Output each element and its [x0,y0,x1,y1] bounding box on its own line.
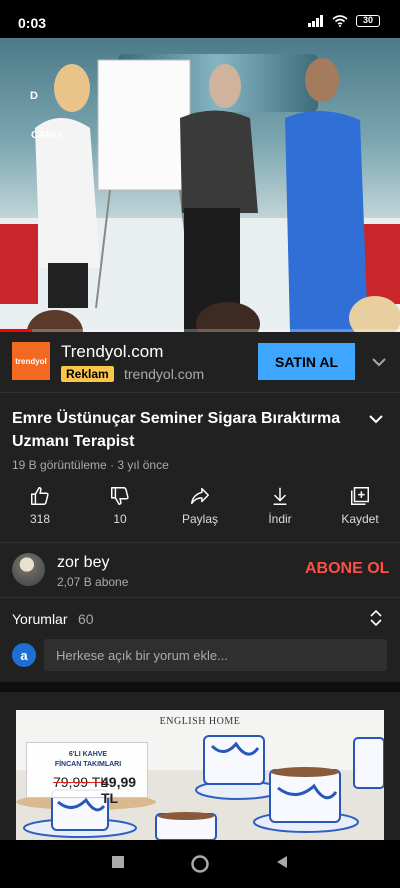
subscriber-count: 2,07 B abone [57,575,129,589]
signal-icon [308,15,323,27]
share-button[interactable]: Paylaş [164,485,236,535]
comments-count: 60 [78,611,94,627]
expand-collapse-icon[interactable] [368,609,384,627]
download-icon [273,487,287,505]
like-button[interactable]: 318 [4,485,76,535]
status-time: 0:03 [18,15,47,31]
home-icon[interactable] [190,854,210,874]
old-price: 79,99 TL [53,774,109,790]
promo-line1: 6'LI KAHVE [68,751,108,758]
ad-badge: Reklam [61,366,114,382]
back-icon[interactable] [274,854,290,870]
comments-section[interactable]: Yorumlar 60 a [0,598,400,682]
ad-title[interactable]: Trendyol.com [61,342,163,362]
save-label: Kaydet [341,512,379,526]
thumbs-down-icon [111,487,129,505]
promo-price-box: 6'LI KAHVE FİNCAN TAKIMLARI 79,99 TL 49,… [26,742,148,806]
video-scene [0,58,400,332]
status-icons: 30 [308,15,380,27]
video-details: Emre Üstünuçar Seminer Sigara Bıraktırma… [0,392,400,542]
expand-description-icon[interactable] [366,409,386,429]
video-meta: 19 B görüntüleme · 3 yıl önce [12,458,169,472]
thumbs-up-icon [31,487,49,505]
download-label: İndir [268,512,292,526]
recents-icon[interactable] [110,854,126,870]
trendyol-logo: trendyol [12,342,50,380]
channel-avatar[interactable] [12,553,45,586]
user-avatar: a [12,643,36,667]
ad-url[interactable]: trendyol.com [124,366,204,382]
ad-banner[interactable]: trendyol Trendyol.com Reklam trendyol.co… [0,332,400,392]
promo-image[interactable]: ENGLISH HOME 6'LI KAHVE FİNCAN TAKIMLARI… [16,710,384,840]
video-title[interactable]: Emre Üstünuçar Seminer Sigara Bıraktırma… [12,407,342,453]
promo-ad[interactable]: ENGLISH HOME 6'LI KAHVE FİNCAN TAKIMLARI… [0,692,400,840]
wifi-icon [332,15,348,27]
action-bar: 318 10 Paylaş İndir Kaydet [0,485,400,535]
subscribe-button[interactable]: ABONE OL [305,560,389,578]
dislike-button[interactable]: 10 [84,485,156,535]
live-label: CANLI [31,130,62,141]
status-bar: 0:03 30 [0,0,400,38]
comments-heading: Yorumlar [12,611,68,627]
video-player[interactable]: D CANLI [0,38,400,332]
battery-icon: 30 [356,15,380,27]
channel-watermark: D [30,90,39,102]
save-playlist-icon [351,487,369,505]
comment-input[interactable] [44,639,387,671]
like-count: 318 [29,512,51,526]
channel-name[interactable]: zor bey [57,554,109,572]
promo-brand: ENGLISH HOME [159,716,241,727]
new-price: 49,99 TL [101,774,137,806]
navigation-bar [0,840,400,888]
dislike-count: 10 [113,512,127,526]
promo-line2: FİNCAN TAKIMLARI [54,761,122,768]
share-icon [191,487,209,505]
share-label: Paylaş [181,512,219,526]
chevron-down-icon[interactable] [369,352,389,372]
download-button[interactable]: İndir [244,485,316,535]
buy-now-button[interactable]: SATIN AL [258,343,355,380]
channel-row: zor bey 2,07 B abone ABONE OL [0,542,400,598]
section-divider [0,682,400,692]
save-button[interactable]: Kaydet [324,485,396,535]
